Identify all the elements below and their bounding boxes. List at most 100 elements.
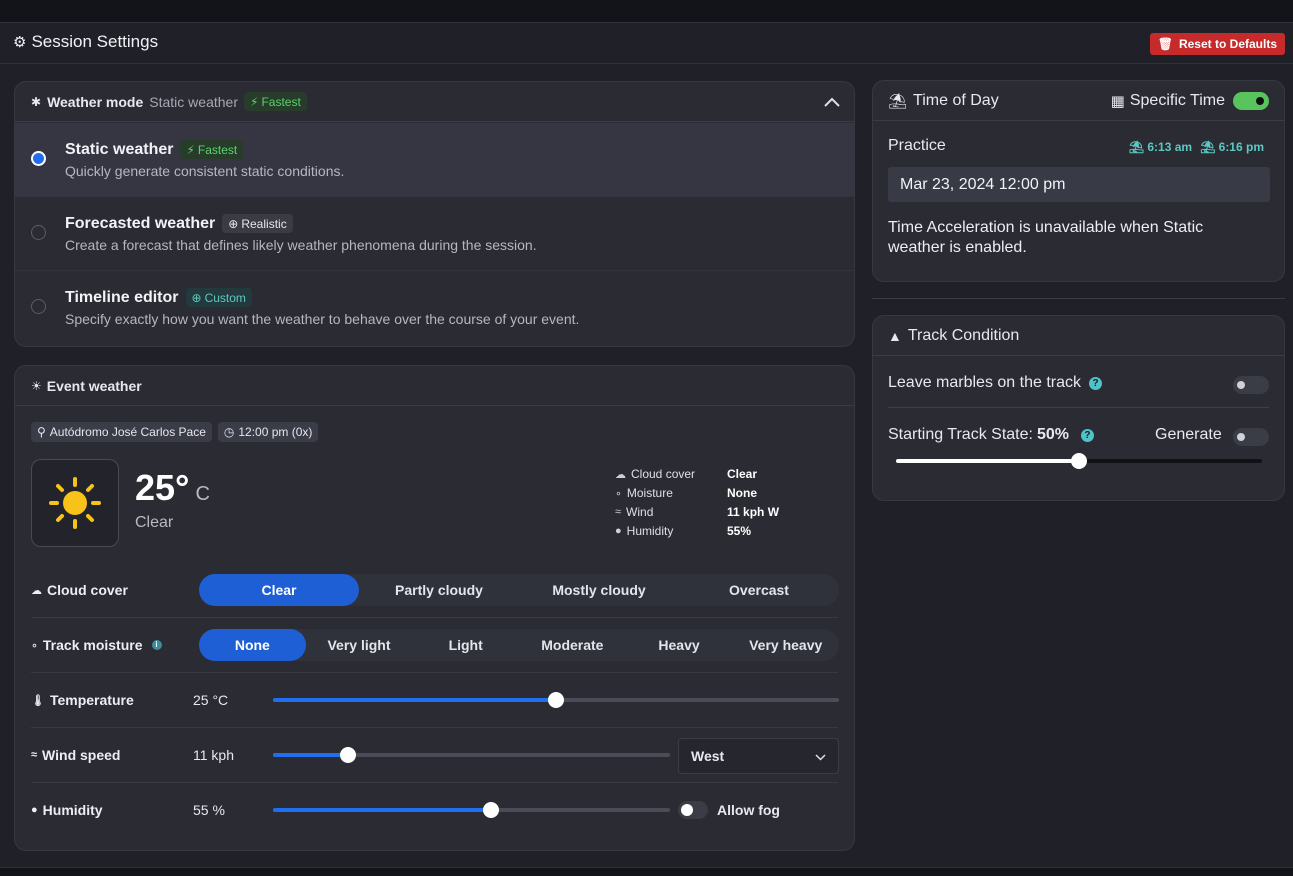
radio-static-weather[interactable] [31,151,46,166]
option-desc: Quickly generate consistent static condi… [65,163,345,179]
cloud-cover-option[interactable]: Overcast [679,574,839,606]
time-chip: ◷ 12:00 pm (0x) [217,422,319,442]
track-moisture-label: ∘ Track moisture i [31,637,162,653]
option-desc: Create a forecast that defines likely we… [65,237,537,253]
track-moisture-option[interactable]: Heavy [626,629,733,661]
humidity-drop-icon: ● [31,804,38,816]
cloud-cover-option[interactable]: Clear [199,574,359,606]
humidity-drop-icon: ● [615,525,622,537]
wind-speed-slider[interactable] [273,747,670,763]
weather-mode-current: Static weather [149,93,238,110]
chevron-up-icon[interactable] [824,94,840,110]
reset-to-defaults-button[interactable]: 🗑 Reset to Defaults [1149,33,1285,55]
thermometer-icon: 🌡 [31,694,45,707]
specific-time-toggle[interactable] [1233,91,1269,110]
track-chip: ⚲ Autódromo José Carlos Pace [31,422,212,442]
track-moisture-option[interactable]: None [199,629,306,661]
top-bar: ⚙ Session Settings 🗑 Reset to Defaults [0,23,1293,64]
divider [31,672,838,673]
lightning-icon: ⚡ [250,94,259,109]
cloud-cover-label: ☁ Cloud cover [31,582,128,598]
divider [31,727,838,728]
settings-gears-icon: ⚙ [13,34,27,51]
marbles-label: Leave marbles on the track ? [888,374,1102,392]
weather-mode-header[interactable]: ✱ Weather mode Static weather ⚡ Fastest [15,82,854,122]
temperature-readout: 25° C [135,467,210,508]
wind-direction-select[interactable]: West [678,738,839,774]
sunset-icon: ⛱ [1200,140,1216,154]
time-of-day-header: ⛱ Time of Day ▦ Specific Time [873,81,1284,121]
radio-forecasted-weather[interactable] [31,225,46,240]
track-moisture-option[interactable]: Light [412,629,519,661]
track-moisture-option[interactable]: Very heavy [732,629,839,661]
session-settings-window: ⚙ Session Settings 🗑 Reset to Defaults ✱… [0,22,1293,868]
cloud-icon: ☁ [31,584,42,597]
sun-icon [49,477,101,529]
trash-icon: 🗑 [1157,37,1173,51]
option-static-weather[interactable]: Static weather ⚡ Fastest Quickly generate… [15,123,854,197]
help-icon[interactable]: ? [1080,428,1094,442]
wind-icon: ≈ [615,506,622,518]
track-moisture-option[interactable]: Very light [306,629,413,661]
session-name: Practice [888,137,946,154]
temperature-value: 25 °C [193,692,229,708]
divider [31,782,838,783]
option-timeline-editor[interactable]: Timeline editor ⊕ Custom Specify exactly … [15,271,854,345]
droplets-icon: ∘ [615,487,622,500]
wind-speed-label: ≈ Wind speed [31,747,121,763]
humidity-label: ● Humidity [31,802,103,818]
weather-mode-panel: ✱ Weather mode Static weather ⚡ Fastest S… [14,81,855,347]
track-state-slider-fill [896,459,1079,463]
marbles-toggle[interactable] [1233,376,1269,394]
clock-icon: ◷ [223,425,235,439]
track-condition-header: ▲ Track Condition [873,316,1284,356]
option-title: Forecasted weather [65,214,216,232]
wind-speed-slider-fill [273,753,349,757]
radio-timeline-editor[interactable] [31,299,46,314]
option-title: Static weather [65,140,174,158]
sun-times: ⛱ 6:13 am ⛱ 6:16 pm [1128,140,1264,154]
road-icon: ▲ [888,327,902,344]
stat-moisture: ∘ Moisture None [615,486,757,500]
datetime-input[interactable]: Mar 23, 2024 12:00 pm [888,167,1270,202]
time-acceleration-note: Time Acceleration is unavailable when St… [888,219,1204,256]
event-weather-panel: ☀ Event weather ⚲ Autódromo José Carlos … [14,365,855,851]
wind-speed-slider-knob[interactable] [340,747,357,763]
cloud-cover-option[interactable]: Mostly cloudy [519,574,679,606]
generate-label: Generate [1155,426,1222,443]
stat-humidity: ● Humidity 55% [615,524,752,538]
temperature-slider-fill [273,698,556,702]
sun-cloud-icon: ☀ [31,378,42,393]
cloud-cover-option[interactable]: Partly cloudy [359,574,519,606]
starting-track-state-slider[interactable] [896,453,1262,469]
option-title: Timeline editor [65,288,179,306]
info-icon[interactable]: i [151,640,162,650]
stat-cloud-cover: ☁ Cloud cover Clear [615,467,758,481]
humidity-slider-knob[interactable] [483,802,500,818]
wind-speed-value: 11 kph [193,747,234,763]
toggle-knob [1237,381,1245,389]
track-moisture-option[interactable]: Moderate [519,629,626,661]
custom-badge: ⊕ Custom [185,288,252,307]
track-condition-panel: ▲ Track Condition Leave marbles on the t… [872,315,1285,501]
option-forecasted-weather[interactable]: Forecasted weather ⊕ Realistic Create a f… [15,197,854,271]
droplets-icon: ∘ [31,639,38,652]
time-of-day-panel: ⛱ Time of Day ▦ Specific Time Practice ⛱… [872,80,1285,282]
humidity-slider[interactable] [273,802,670,818]
divider [872,298,1285,299]
toggle-knob [1237,433,1245,441]
cloud-icon: ☁ [615,468,626,481]
realistic-badge: ⊕ Realistic [222,214,293,233]
fastest-badge: ⚡ Fastest [180,140,244,159]
gear-icon: ✱ [31,94,42,109]
location-pin-icon: ⚲ [37,425,46,439]
help-icon[interactable]: ? [1089,376,1102,390]
temperature-slider[interactable] [273,692,839,708]
starting-track-state-label: Starting Track State: 50% ? [888,426,1094,444]
toggle-knob [1256,96,1264,105]
stat-wind: ≈ Wind 11 kph W [615,505,780,519]
temperature-slider-knob[interactable] [548,692,564,708]
allow-fog-toggle[interactable] [678,801,708,819]
generate-toggle[interactable] [1233,428,1269,446]
track-state-slider-knob[interactable] [1071,453,1087,469]
